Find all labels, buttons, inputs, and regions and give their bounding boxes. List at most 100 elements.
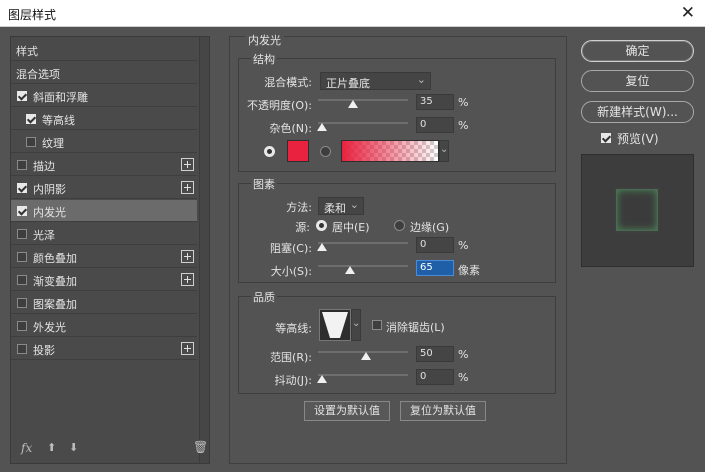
contour-dropdown-icon[interactable]: ⌄ <box>351 309 361 341</box>
choke-unit: % <box>458 239 468 252</box>
choke-label: 阻塞(C): <box>250 240 312 256</box>
range-slider-thumb[interactable] <box>361 352 371 360</box>
reset-default-button[interactable]: 复位为默认值 <box>400 401 486 421</box>
style-item-checkbox[interactable] <box>17 344 27 354</box>
noise-unit: % <box>458 119 468 132</box>
opacity-slider-thumb[interactable] <box>348 100 358 108</box>
reset-button[interactable]: 复位 <box>581 70 694 92</box>
gradient-radio[interactable] <box>320 146 331 157</box>
quality-title: 品质 <box>251 289 277 305</box>
style-item-checkbox[interactable] <box>17 160 27 170</box>
blend-mode-label: 混合模式: <box>250 74 312 90</box>
section-title-inner-glow: 内发光 <box>245 32 284 48</box>
glow-gradient-swatch[interactable] <box>341 140 439 162</box>
style-item-12[interactable]: 外发光 <box>11 315 197 337</box>
add-icon[interactable] <box>181 181 194 194</box>
style-item-7[interactable]: 内发光 <box>11 200 197 222</box>
close-icon[interactable]: ✕ <box>681 3 695 23</box>
set-default-button[interactable]: 设置为默认值 <box>304 401 390 421</box>
fx-icon[interactable]: fx <box>21 441 32 455</box>
style-item-10[interactable]: 渐变叠加 <box>11 269 197 291</box>
style-item-1[interactable]: 混合选项 <box>11 62 197 84</box>
jitter-slider-track[interactable] <box>318 374 408 376</box>
anti-alias-checkbox[interactable] <box>372 320 382 330</box>
style-item-4[interactable]: 纹理 <box>11 131 197 153</box>
jitter-input[interactable]: 0 <box>416 369 454 385</box>
anti-alias-label: 消除锯齿(L) <box>386 319 445 335</box>
title-bar: 图层样式 ✕ <box>0 0 705 27</box>
style-item-6[interactable]: 内阴影 <box>11 177 197 199</box>
style-item-2[interactable]: 斜面和浮雕 <box>11 85 197 107</box>
style-item-label: 渐变叠加 <box>33 273 77 289</box>
chevron-down-icon: ⌄ <box>350 198 359 211</box>
method-select[interactable]: 柔和 ⌄ <box>318 197 364 215</box>
style-item-13[interactable]: 投影 <box>11 338 197 360</box>
style-item-checkbox[interactable] <box>17 91 27 101</box>
style-item-label: 斜面和浮雕 <box>33 89 88 105</box>
noise-slider-track[interactable] <box>318 122 408 124</box>
style-item-label: 内发光 <box>33 204 66 220</box>
ok-button[interactable]: 确定 <box>581 40 694 62</box>
noise-input[interactable]: 0 <box>416 117 454 133</box>
style-item-3[interactable]: 等高线 <box>11 108 197 130</box>
move-up-icon[interactable]: ⬆ <box>47 441 56 454</box>
source-center-radio[interactable] <box>316 220 327 231</box>
new-style-button[interactable]: 新建样式(W)... <box>581 101 694 123</box>
gradient-dropdown-icon[interactable]: ⌄ <box>439 140 449 162</box>
source-center-label: 居中(E) <box>332 219 370 235</box>
size-slider-thumb[interactable] <box>345 266 355 274</box>
glow-color-swatch[interactable] <box>287 140 309 162</box>
trash-icon[interactable]: 🗑 <box>193 440 208 454</box>
style-item-checkbox[interactable] <box>26 137 36 147</box>
contour-picker[interactable] <box>319 309 351 341</box>
noise-label: 杂色(N): <box>250 120 312 136</box>
style-item-label: 内阴影 <box>33 181 66 197</box>
style-list-panel: 样式混合选项斜面和浮雕等高线纹理描边内阴影内发光光泽颜色叠加渐变叠加图案叠加外发… <box>10 36 210 464</box>
choke-slider-thumb[interactable] <box>317 243 327 251</box>
style-item-checkbox[interactable] <box>17 252 27 262</box>
opacity-slider-track[interactable] <box>318 99 408 101</box>
style-item-5[interactable]: 描边 <box>11 154 197 176</box>
jitter-slider-thumb[interactable] <box>317 375 327 383</box>
style-item-checkbox[interactable] <box>17 275 27 285</box>
blend-mode-value: 正片叠底 <box>326 77 370 90</box>
preview-thumbnail <box>616 189 658 231</box>
contour-label: 等高线: <box>250 320 312 336</box>
opacity-unit: % <box>458 96 468 109</box>
style-item-checkbox[interactable] <box>17 183 27 193</box>
structure-title: 结构 <box>251 51 277 67</box>
size-unit: 像素 <box>458 262 480 278</box>
add-icon[interactable] <box>181 158 194 171</box>
style-item-checkbox[interactable] <box>17 321 27 331</box>
style-list-scrollbar[interactable] <box>199 37 209 463</box>
style-item-label: 描边 <box>33 158 55 174</box>
solid-color-radio[interactable] <box>264 146 275 157</box>
style-item-9[interactable]: 颜色叠加 <box>11 246 197 268</box>
preview-checkbox[interactable] <box>601 133 611 143</box>
style-item-11[interactable]: 图案叠加 <box>11 292 197 314</box>
style-item-checkbox[interactable] <box>17 229 27 239</box>
size-input[interactable]: 65 <box>416 260 454 276</box>
style-item-checkbox[interactable] <box>17 206 27 216</box>
style-item-checkbox[interactable] <box>26 114 36 124</box>
add-icon[interactable] <box>181 342 194 355</box>
opacity-input[interactable]: 35 <box>416 94 454 110</box>
add-icon[interactable] <box>181 273 194 286</box>
blend-mode-select[interactable]: 正片叠底 ⌄ <box>320 72 431 90</box>
size-slider-track[interactable] <box>318 265 408 267</box>
chevron-down-icon: ⌄ <box>417 73 426 86</box>
style-item-label: 混合选项 <box>16 66 60 82</box>
range-input[interactable]: 50 <box>416 346 454 362</box>
source-edge-radio[interactable] <box>394 220 405 231</box>
style-item-0[interactable]: 样式 <box>11 39 197 61</box>
choke-input[interactable]: 0 <box>416 237 454 253</box>
style-item-checkbox[interactable] <box>17 298 27 308</box>
choke-slider-track[interactable] <box>318 242 408 244</box>
range-unit: % <box>458 348 468 361</box>
noise-slider-thumb[interactable] <box>317 123 327 131</box>
move-down-icon[interactable]: ⬇ <box>69 441 78 454</box>
add-icon[interactable] <box>181 250 194 263</box>
style-item-label: 纹理 <box>42 135 64 151</box>
style-item-8[interactable]: 光泽 <box>11 223 197 245</box>
style-list-footer: fx ⬆ ⬇ 🗑 <box>17 441 203 459</box>
